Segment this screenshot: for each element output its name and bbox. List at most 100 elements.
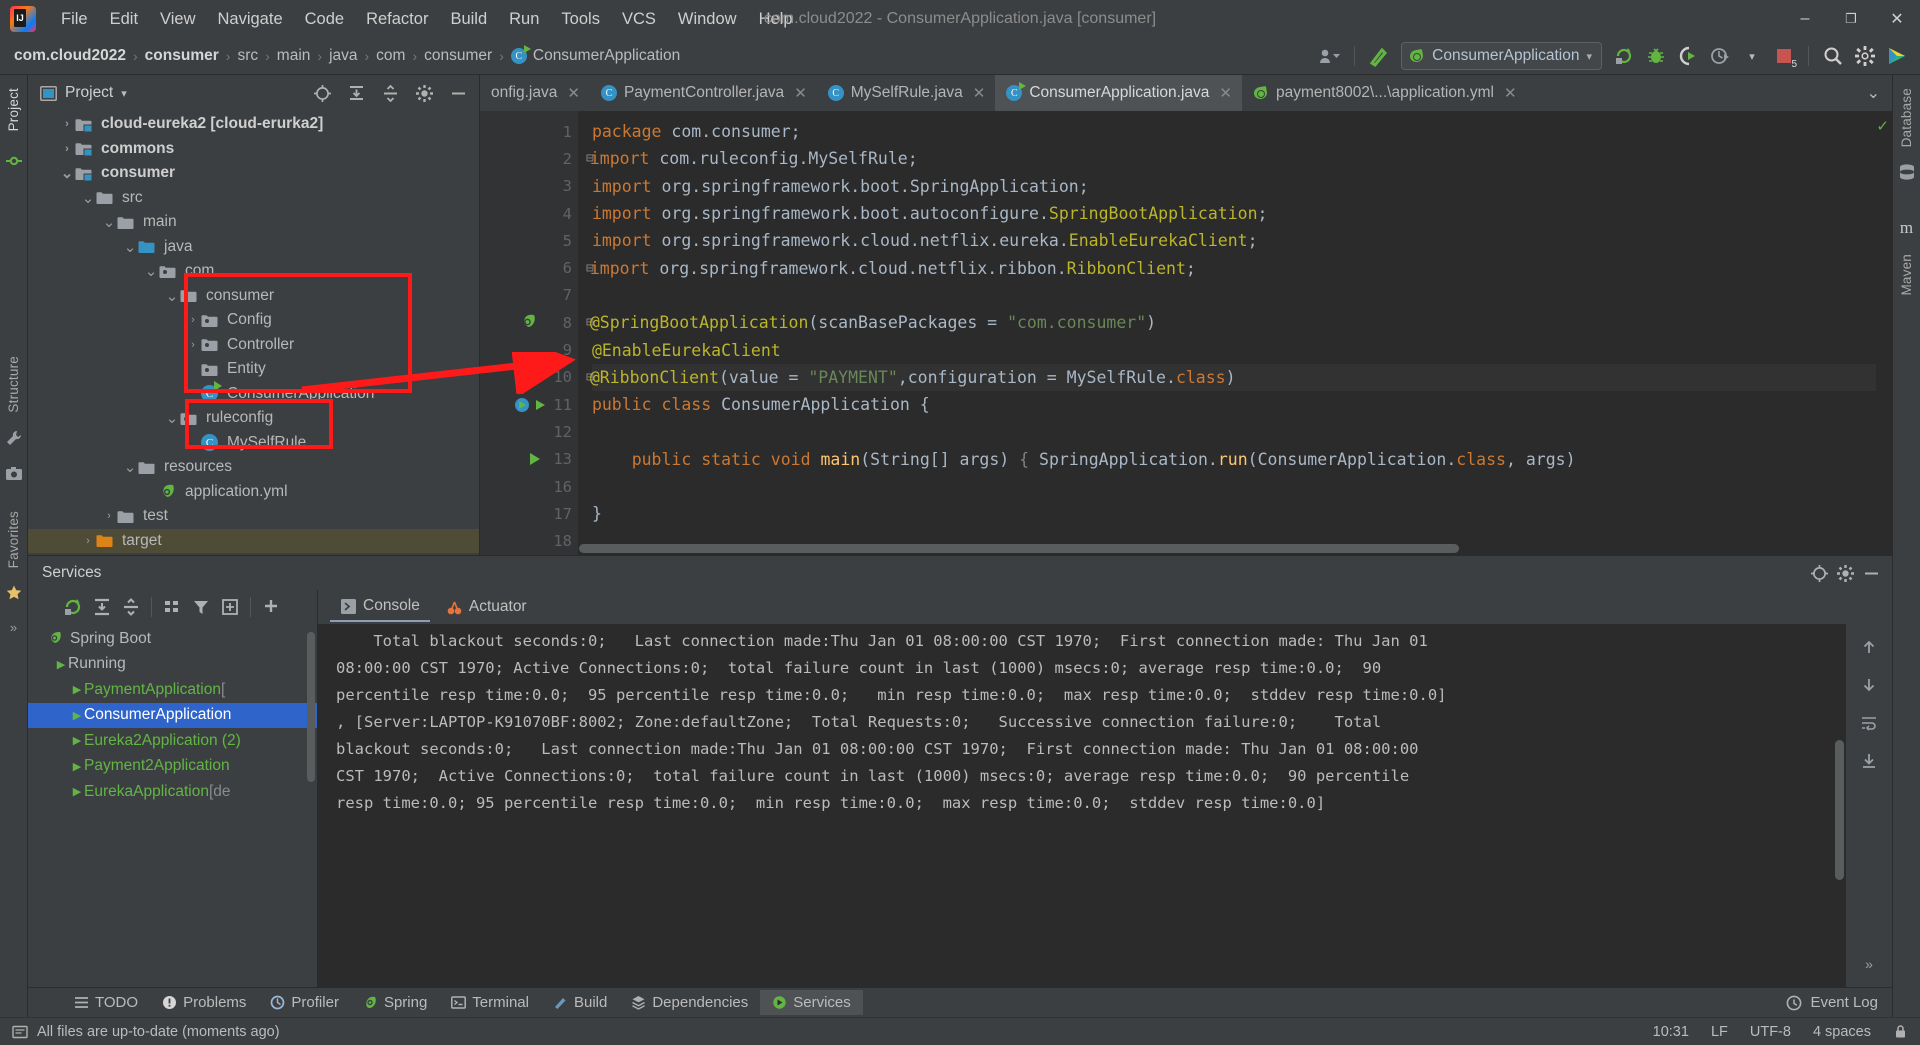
- status-indent[interactable]: 4 spaces: [1813, 1024, 1871, 1040]
- collapse-all-icon[interactable]: [377, 81, 403, 105]
- menu-item-build[interactable]: Build: [439, 6, 498, 33]
- tree-node-application-yml[interactable]: application.yml: [28, 480, 479, 505]
- spring-bean-icon[interactable]: [520, 314, 537, 331]
- search-icon[interactable]: [1818, 42, 1848, 70]
- menu-item-code[interactable]: Code: [294, 6, 355, 33]
- more-icon[interactable]: »: [10, 620, 17, 635]
- code-line-3[interactable]: ⊟import org.springframework.boot.SpringA…: [592, 173, 1876, 200]
- menu-item-tools[interactable]: Tools: [550, 6, 611, 33]
- lock-icon[interactable]: [1893, 1024, 1908, 1039]
- breadcrumb-item-com[interactable]: com: [376, 47, 405, 65]
- code-editor[interactable]: 12345678910111213161718 ⊟package com.con…: [480, 111, 1892, 555]
- maximize-button[interactable]: ❐: [1828, 0, 1874, 38]
- chevron-down-icon[interactable]: ▾: [121, 87, 127, 100]
- close-icon[interactable]: ✕: [794, 84, 807, 102]
- tab-console[interactable]: Console: [330, 592, 430, 622]
- close-icon[interactable]: ✕: [567, 84, 580, 102]
- service-node-eureka2application-2[interactable]: ▶ Eureka2Application (2): [28, 728, 317, 754]
- service-node-running[interactable]: ▶ Running: [28, 652, 317, 678]
- chevron-down-icon[interactable]: ⌄: [122, 238, 138, 256]
- tree-node-controller[interactable]: › Controller: [28, 333, 479, 358]
- tree-node-com[interactable]: ⌄ com: [28, 259, 479, 284]
- hide-icon[interactable]: [445, 81, 471, 105]
- tab-list-button[interactable]: ⌄: [1859, 75, 1888, 111]
- tab-build[interactable]: Build: [541, 990, 619, 1015]
- run-icon[interactable]: [1609, 42, 1639, 70]
- tab-dependencies[interactable]: Dependencies: [619, 990, 760, 1015]
- locate-icon[interactable]: [1806, 561, 1832, 585]
- chevron-right-icon[interactable]: ›: [101, 510, 117, 522]
- add-service-icon[interactable]: [258, 595, 284, 619]
- settings-gear-icon[interactable]: [411, 81, 437, 105]
- expand-triangle-icon[interactable]: ▶: [70, 683, 84, 696]
- code-line-4[interactable]: ⊟import org.springframework.boot.autocon…: [592, 200, 1876, 227]
- tree-node-src[interactable]: ⌄ src: [28, 186, 479, 211]
- gutter-line-4[interactable]: 4: [480, 200, 578, 227]
- sidebar-item-maven[interactable]: Maven: [1896, 247, 1917, 303]
- gutter-line-18[interactable]: 18: [480, 527, 578, 554]
- editor-gutter[interactable]: 1 2 3 4 5 6 7 8 9 10 11 12 13 16 17 18: [480, 111, 578, 555]
- tree-node-myselfrule[interactable]: C MySelfRule: [28, 431, 479, 456]
- tab-problems[interactable]: Problems: [150, 990, 258, 1015]
- menu-item-navigate[interactable]: Navigate: [207, 6, 294, 33]
- scroll-up-icon[interactable]: [1855, 634, 1883, 660]
- settings-gear-icon[interactable]: [1850, 42, 1880, 70]
- code-line-7[interactable]: ⊟: [592, 282, 1876, 309]
- sidebar-item-project[interactable]: Project: [3, 81, 24, 138]
- code-line-8[interactable]: ⊟ @SpringBootApplication (scanBasePackages…: [586, 309, 1876, 336]
- service-node-consumerapplication[interactable]: ▶ ConsumerApplication: [28, 702, 317, 728]
- tree-node-ruleconfig[interactable]: ⌄ ruleconfig: [28, 406, 479, 431]
- breadcrumb-item-java[interactable]: java: [329, 47, 357, 65]
- console-scrollbar[interactable]: [1835, 630, 1844, 981]
- editor-horizontal-scrollbar[interactable]: [578, 542, 1876, 555]
- chevron-down-icon[interactable]: ⌄: [101, 213, 117, 231]
- stop-button[interactable]: 5: [1769, 42, 1799, 70]
- menu-item-vcs[interactable]: VCS: [611, 6, 667, 33]
- run-method-icon[interactable]: [528, 451, 542, 467]
- menu-item-edit[interactable]: Edit: [99, 6, 149, 33]
- sidebar-item-structure[interactable]: Structure: [3, 349, 24, 420]
- tree-node-java[interactable]: ⌄ java: [28, 235, 479, 260]
- tree-node-main[interactable]: ⌄ main: [28, 210, 479, 235]
- console-output[interactable]: Total blackout seconds:0; Last connectio…: [318, 624, 1846, 987]
- gutter-line-10[interactable]: 10: [480, 364, 578, 391]
- scrollbar-thumb[interactable]: [307, 632, 315, 782]
- chevron-right-icon[interactable]: ›: [59, 143, 75, 155]
- tab-actuator[interactable]: Actuator: [436, 593, 537, 621]
- chevron-down-icon[interactable]: ▾: [1737, 42, 1767, 70]
- chevron-down-icon[interactable]: ⌄: [143, 262, 159, 280]
- code-line-5[interactable]: ⊟import org.springframework.cloud.netfli…: [592, 227, 1876, 254]
- filter-icon[interactable]: [188, 595, 214, 619]
- chevron-down-icon[interactable]: ⌄: [164, 287, 180, 305]
- database-icon[interactable]: [1898, 163, 1916, 181]
- build-hammer-icon[interactable]: [1364, 42, 1394, 70]
- breadcrumb-item-main[interactable]: main: [277, 47, 311, 65]
- tree-node-test[interactable]: › test: [28, 504, 479, 529]
- tree-node-consumerapplication[interactable]: C ConsumerApplication: [28, 381, 479, 407]
- chevron-right-icon[interactable]: ›: [80, 535, 96, 547]
- updates-icon[interactable]: [1882, 42, 1912, 70]
- sidebar-item-favorites[interactable]: Favorites: [3, 504, 24, 575]
- bookmark-star-icon[interactable]: [5, 584, 23, 602]
- rerun-icon[interactable]: [60, 595, 86, 619]
- chevron-right-icon[interactable]: ›: [185, 314, 201, 326]
- code-line-10[interactable]: ⊟ @RibbonClient (value = "PAYMENT" ,configu…: [586, 363, 1876, 391]
- breadcrumb-item-class[interactable]: C ConsumerApplication: [510, 45, 680, 65]
- gutter-line-12[interactable]: 12: [480, 418, 578, 445]
- expand-triangle-icon[interactable]: ▶: [54, 658, 68, 671]
- menu-item-view[interactable]: View: [149, 6, 206, 33]
- run-gutter-icon[interactable]: [514, 397, 548, 413]
- expand-icon[interactable]: »: [1855, 951, 1883, 977]
- debug-icon[interactable]: [1641, 42, 1671, 70]
- scrollbar-thumb[interactable]: [1835, 740, 1844, 880]
- project-tree[interactable]: › cloud-eureka2 [cloud-erurka2] › commons ⌄ c…: [28, 111, 479, 555]
- close-button[interactable]: ✕: [1874, 0, 1920, 38]
- breadcrumb-item-src[interactable]: src: [237, 47, 258, 65]
- menu-item-help[interactable]: Help: [748, 6, 804, 33]
- close-icon[interactable]: ✕: [973, 84, 986, 102]
- expand-triangle-icon[interactable]: ▶: [70, 785, 84, 798]
- screenshot-icon[interactable]: [5, 465, 23, 483]
- service-node-spring-boot[interactable]: Spring Boot: [28, 626, 317, 652]
- build-wrench-icon[interactable]: [5, 429, 23, 447]
- tab-profiler[interactable]: Profiler: [258, 990, 351, 1015]
